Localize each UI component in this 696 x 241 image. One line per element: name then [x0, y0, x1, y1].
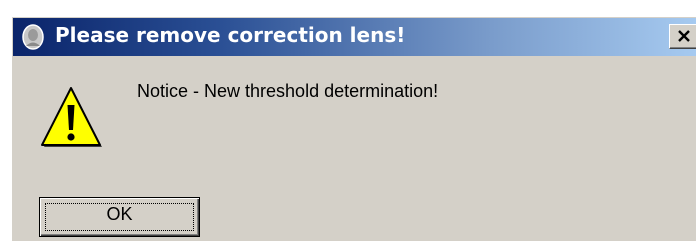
- title-bar[interactable]: Please remove correction lens!: [13, 18, 696, 56]
- dialog-window: Please remove correction lens! Notice - …: [10, 15, 696, 241]
- notice-message: Notice - New threshold determination!: [137, 81, 439, 101]
- close-button[interactable]: [669, 24, 696, 49]
- app-icon: [20, 24, 46, 50]
- ok-button-label: OK: [106, 204, 133, 224]
- close-icon: [678, 30, 690, 42]
- window-title: Please remove correction lens!: [55, 23, 406, 47]
- ok-button[interactable]: OK: [39, 197, 200, 237]
- warning-icon: [38, 85, 104, 151]
